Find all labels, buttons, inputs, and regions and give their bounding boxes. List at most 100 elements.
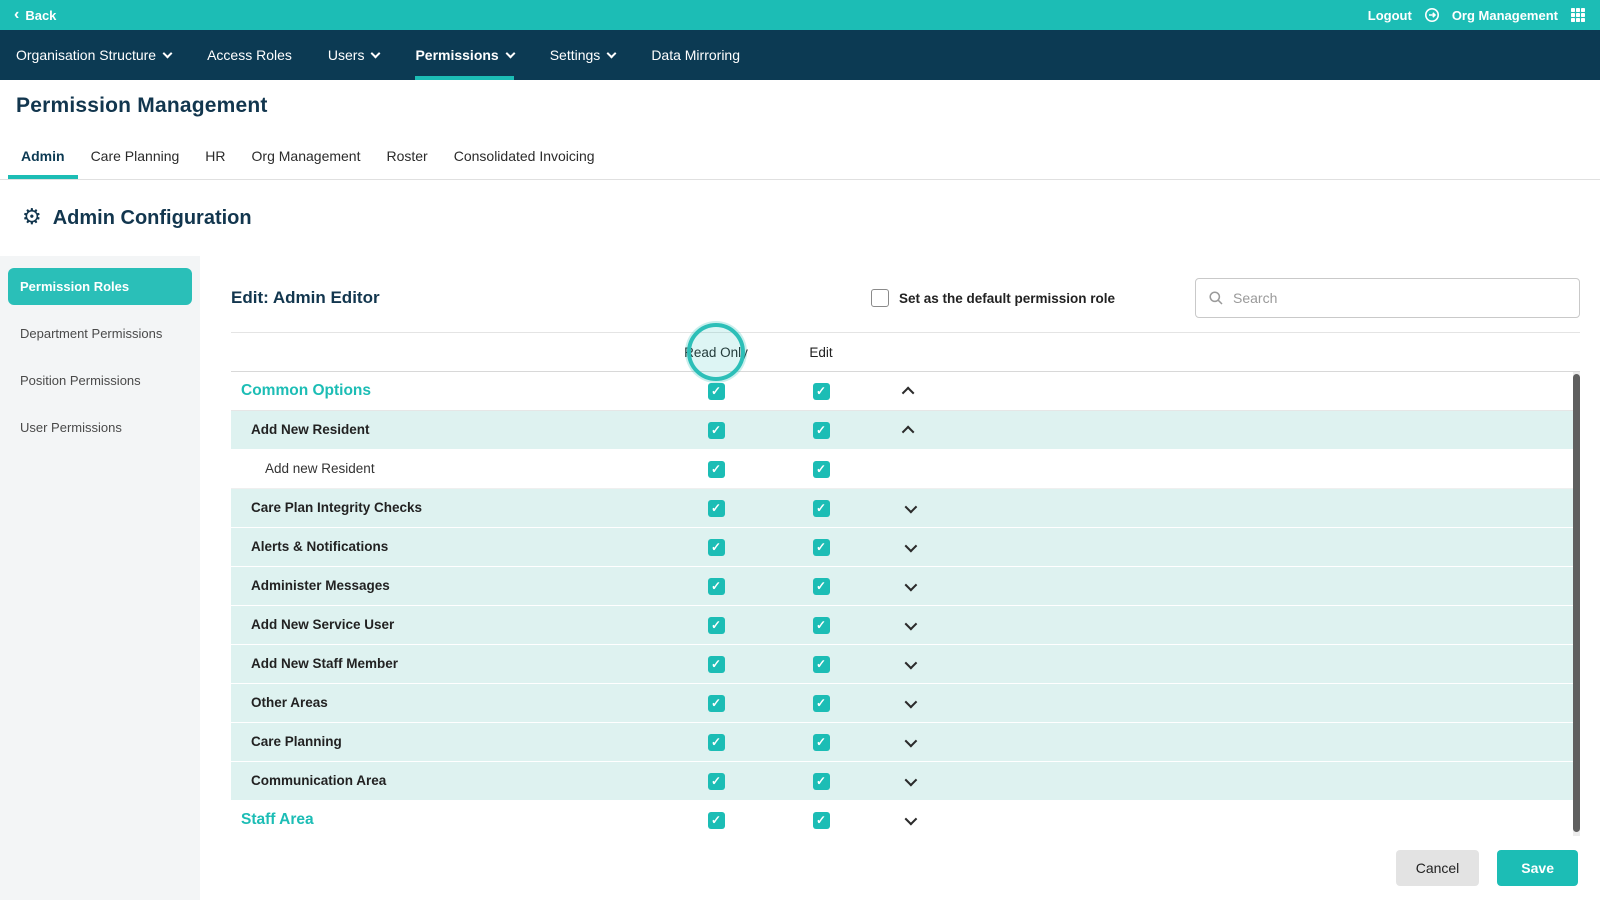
permission-row-label: Alerts & Notifications (231, 539, 388, 554)
sidebar-item-department-permissions[interactable]: Department Permissions (8, 315, 192, 352)
permission-row-name-cell: Care Plan Integrity Checks (231, 499, 661, 517)
read-only-checkbox[interactable]: ✓ (708, 695, 725, 712)
sidebar-item-user-permissions[interactable]: User Permissions (8, 409, 192, 446)
permission-row-label: Other Areas (231, 695, 328, 710)
edit-checkbox[interactable]: ✓ (813, 383, 830, 400)
read-only-checkbox[interactable]: ✓ (708, 812, 725, 829)
tab-consolidated-invoicing[interactable]: Consolidated Invoicing (441, 132, 608, 179)
permission-row-name-cell: Add New Staff Member (231, 655, 661, 673)
chevron-down-icon[interactable] (904, 773, 917, 786)
edit-cell: ✓ (771, 461, 871, 478)
nav-item-permissions[interactable]: Permissions (415, 30, 513, 80)
edit-cell: ✓ (771, 578, 871, 595)
logout-button[interactable]: Logout (1368, 8, 1412, 23)
sidebar-item-position-permissions[interactable]: Position Permissions (8, 362, 192, 399)
chevron-up-icon[interactable] (901, 425, 914, 438)
editor-header: Edit: Admin Editor Set as the default pe… (231, 278, 1580, 318)
default-role-checkbox[interactable] (871, 289, 889, 307)
nav-item-users[interactable]: Users (328, 30, 380, 80)
read-only-cell: ✓ (661, 578, 771, 595)
default-role-toggle[interactable]: Set as the default permission role (871, 289, 1115, 307)
read-only-checkbox[interactable]: ✓ (708, 422, 725, 439)
edit-checkbox[interactable]: ✓ (813, 695, 830, 712)
read-only-cell: ✓ (661, 617, 771, 634)
tab-org-management[interactable]: Org Management (239, 132, 374, 179)
read-only-checkbox[interactable]: ✓ (708, 617, 725, 634)
chevron-down-icon (607, 49, 617, 59)
back-button[interactable]: ‹ Back (14, 7, 56, 23)
logout-icon[interactable] (1424, 7, 1440, 23)
edit-checkbox[interactable]: ✓ (813, 617, 830, 634)
tab-hr[interactable]: HR (192, 132, 238, 179)
nav-item-data-mirroring[interactable]: Data Mirroring (651, 30, 740, 80)
scrollbar-track[interactable] (1573, 372, 1580, 836)
chevron-down-icon[interactable] (904, 656, 917, 669)
tab-roster[interactable]: Roster (373, 132, 440, 179)
cancel-button[interactable]: Cancel (1396, 850, 1480, 886)
permission-row-label: Staff Area (231, 811, 314, 828)
edit-cell: ✓ (771, 422, 871, 439)
gear-icon: ⚙ (22, 207, 42, 229)
chevron-down-icon[interactable] (904, 734, 917, 747)
edit-checkbox[interactable]: ✓ (813, 500, 830, 517)
tab-care-planning[interactable]: Care Planning (78, 132, 193, 179)
scrollbar-thumb[interactable] (1573, 374, 1580, 832)
chevron-down-icon[interactable] (904, 812, 917, 825)
chevron-down-icon (505, 49, 515, 59)
read-only-cell: ✓ (661, 500, 771, 517)
nav-item-settings[interactable]: Settings (550, 30, 616, 80)
expand-cell (871, 387, 947, 396)
read-only-checkbox[interactable]: ✓ (708, 578, 725, 595)
read-only-checkbox[interactable]: ✓ (708, 734, 725, 751)
sidebar-item-permission-roles[interactable]: Permission Roles (8, 268, 192, 305)
read-only-checkbox[interactable]: ✓ (708, 500, 725, 517)
permission-row-add-new-resident: Add new Resident ✓ ✓ (231, 450, 1580, 489)
permission-row-name-cell: Administer Messages (231, 577, 661, 595)
edit-checkbox[interactable]: ✓ (813, 773, 830, 790)
edit-cell: ✓ (771, 734, 871, 751)
edit-checkbox[interactable]: ✓ (813, 734, 830, 751)
read-only-checkbox[interactable]: ✓ (708, 656, 725, 673)
permission-row-add-new-resident: Add New Resident✓✓ (231, 411, 1580, 450)
footer-actions: Cancel Save (200, 836, 1600, 900)
read-only-cell: ✓ (661, 383, 771, 400)
permission-row-add-new-staff-member: Add New Staff Member ✓ ✓ (231, 645, 1580, 684)
permission-row-staff-area: Staff Area ✓ ✓ (231, 801, 1580, 836)
expand-cell (871, 699, 947, 708)
save-button[interactable]: Save (1497, 850, 1578, 886)
edit-header-label: Edit (809, 345, 832, 360)
grid-apps-icon[interactable] (1570, 7, 1586, 23)
read-only-checkbox[interactable]: ✓ (708, 461, 725, 478)
read-only-checkbox[interactable]: ✓ (708, 539, 725, 556)
expand-cell (871, 621, 947, 630)
permission-row-name-cell: Communication Area (231, 772, 661, 790)
edit-checkbox[interactable]: ✓ (813, 539, 830, 556)
nav-item-label: Access Roles (207, 47, 292, 63)
search-input[interactable] (1233, 290, 1567, 306)
edit-checkbox[interactable]: ✓ (813, 812, 830, 829)
edit-checkbox[interactable]: ✓ (813, 578, 830, 595)
edit-cell: ✓ (771, 617, 871, 634)
edit-cell: ✓ (771, 656, 871, 673)
chevron-down-icon[interactable] (904, 617, 917, 630)
table-header: Read Only Edit (231, 332, 1580, 372)
tab-admin[interactable]: Admin (8, 132, 78, 179)
nav-item-organisation-structure[interactable]: Organisation Structure (16, 30, 171, 80)
read-only-checkbox[interactable]: ✓ (708, 773, 725, 790)
chevron-down-icon[interactable] (904, 695, 917, 708)
read-only-checkbox[interactable]: ✓ (708, 383, 725, 400)
permission-row-label: Communication Area (231, 773, 386, 788)
edit-checkbox[interactable]: ✓ (813, 656, 830, 673)
edit-checkbox[interactable]: ✓ (813, 422, 830, 439)
edit-checkbox[interactable]: ✓ (813, 461, 830, 478)
permission-row-label: Add new Resident (231, 461, 375, 476)
edit-cell: ✓ (771, 539, 871, 556)
permission-row-add-new-service-user: Add New Service User✓✓ (231, 606, 1580, 645)
chevron-down-icon[interactable] (904, 578, 917, 591)
chevron-up-icon[interactable] (901, 386, 914, 399)
nav-item-access-roles[interactable]: Access Roles (207, 30, 292, 80)
chevron-down-icon[interactable] (904, 539, 917, 552)
chevron-down-icon[interactable] (904, 500, 917, 513)
search-box (1195, 278, 1580, 318)
permission-row-alerts-notifications: Alerts & Notifications ✓ ✓ (231, 528, 1580, 567)
